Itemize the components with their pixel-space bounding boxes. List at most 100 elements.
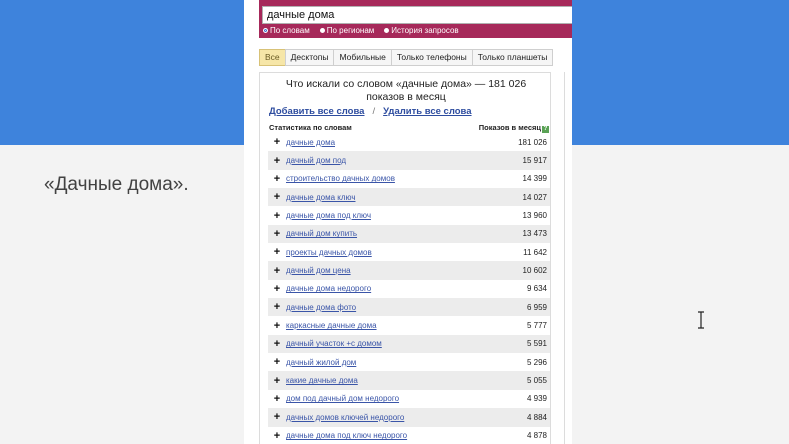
add-phrase-icon[interactable]: + — [268, 246, 286, 258]
phrase-link[interactable]: дом под дачный дом недорого — [286, 394, 487, 403]
add-phrase-icon[interactable]: + — [268, 191, 286, 203]
results-heading-line1: Что искали со словом «дачные дома» — 181… — [285, 78, 527, 90]
table-row: + дачные дома под ключ 13 960 — [268, 206, 550, 225]
shows-count: 14 027 — [522, 192, 547, 202]
search-mode-option[interactable]: По словам — [263, 26, 310, 35]
col-words-header: Статистика по словам — [269, 123, 352, 132]
table-row: + какие дачные дома 5 055 — [268, 371, 550, 390]
shows-count: 4 939 — [526, 394, 547, 404]
tab-4[interactable]: Только планшеты — [471, 49, 554, 66]
search-mode-option[interactable]: История запросов — [384, 26, 459, 35]
phrase-link[interactable]: каркасные дачные дома — [286, 321, 487, 330]
shows-count: 15 917 — [522, 156, 547, 166]
phrase-link[interactable]: дачный дом цена — [286, 266, 487, 275]
tab-2[interactable]: Мобильные — [333, 49, 392, 66]
phrase-link[interactable]: дачный дом под — [286, 156, 487, 165]
add-phrase-icon[interactable]: + — [268, 411, 286, 423]
phrase-link[interactable]: дачные дома — [286, 138, 487, 147]
results-heading: Что искали со словом «дачные дома» — 181… — [260, 78, 552, 104]
table-row: + строительство дачных домов 14 399 — [268, 169, 550, 189]
text-cursor-icon — [698, 311, 704, 329]
right-panel-edge — [564, 72, 572, 444]
table-row: + дачные дома 181 026 — [268, 133, 550, 152]
shows-count: 5 055 — [526, 376, 547, 386]
col-shows-label: Показов в месяц — [478, 123, 541, 132]
add-phrase-icon[interactable]: + — [268, 375, 286, 387]
add-phrase-icon[interactable]: + — [268, 320, 286, 332]
table-row: + дачный дом купить 13 473 — [268, 224, 550, 244]
phrase-link[interactable]: дачные дома фото — [286, 303, 487, 312]
phrase-link[interactable]: дачные дома под ключ недорого — [286, 431, 487, 440]
shows-count: 6 959 — [526, 302, 547, 312]
shows-count: 11 642 — [523, 247, 547, 257]
shows-count: 13 960 — [522, 211, 547, 221]
phrase-link[interactable]: дачный участок +с домом — [286, 339, 487, 348]
col-shows-header: Показов в месяц? — [479, 123, 549, 133]
results-heading-line2: показов в месяц — [366, 91, 446, 103]
table-row: + каркасные дачные дома 5 777 — [268, 316, 550, 335]
results-panel: Что искали со словом «дачные дома» — 181… — [259, 72, 551, 444]
column-headers: Статистика по словам Показов в месяц? — [269, 123, 549, 133]
add-phrase-icon[interactable]: + — [268, 155, 286, 167]
add-phrase-icon[interactable]: + — [268, 356, 286, 368]
radio-icon — [319, 28, 325, 33]
shows-count: 4 878 — [526, 431, 547, 441]
add-phrase-icon[interactable]: + — [268, 430, 286, 442]
add-phrase-icon[interactable]: + — [268, 173, 286, 185]
search-mode-label: История запросов — [391, 26, 459, 35]
add-phrase-icon[interactable]: + — [268, 210, 286, 222]
shows-count: 5 777 — [526, 321, 547, 331]
table-row: + дачный жилой дом 5 296 — [268, 353, 550, 372]
add-phrase-icon[interactable]: + — [268, 265, 286, 277]
table-row: + дачные дома ключ 14 027 — [268, 188, 550, 207]
table-row: + проекты дачных домов 11 642 — [268, 243, 550, 262]
table-row: + дом под дачный дом недорого 4 939 — [268, 389, 550, 409]
phrase-link[interactable]: строительство дачных домов — [286, 174, 487, 183]
shows-count: 5 296 — [526, 357, 547, 367]
tab-0[interactable]: Все — [259, 49, 286, 66]
table-row: + дачных домов ключей недорого 4 884 — [268, 408, 550, 427]
phrase-link[interactable]: дачные дома под ключ — [286, 211, 487, 220]
wordstat-screenshot: дачные дома По словам По регионам История … — [244, 0, 572, 444]
shows-count: 9 634 — [526, 284, 547, 294]
remove-all-words-link[interactable]: Удалить все слова — [383, 106, 471, 117]
search-mode-label: По словам — [270, 26, 310, 35]
table-row: + дачные дома под ключ недорого 4 878 — [268, 426, 550, 444]
table-row: + дачный дом под 15 917 — [268, 151, 550, 170]
phrase-link[interactable]: дачные дома ключ — [286, 193, 487, 202]
phrase-link[interactable]: дачные дома недорого — [286, 284, 487, 293]
radio-icon — [384, 28, 390, 33]
device-tabs: Все Десктопы Мобильные Только телефоны Тольк… — [259, 49, 554, 66]
table-row: + дачные дома недорого 9 634 — [268, 279, 550, 299]
slide-caption: «Дачные дома». — [44, 174, 189, 195]
search-input[interactable]: дачные дома — [262, 6, 572, 24]
tab-1[interactable]: Десктопы — [284, 49, 335, 66]
phrase-link[interactable]: какие дачные дома — [286, 376, 487, 385]
phrase-link[interactable]: дачный дом купить — [286, 229, 487, 238]
tab-3[interactable]: Только телефоны — [390, 49, 473, 66]
add-all-words-link[interactable]: Добавить все слова — [269, 106, 364, 117]
help-icon[interactable]: ? — [542, 126, 549, 133]
phrase-link[interactable]: проекты дачных домов — [286, 248, 487, 257]
table-row: + дачные дома фото 6 959 — [268, 298, 550, 317]
table-row: + дачный участок +с домом 5 591 — [268, 334, 550, 354]
phrase-link[interactable]: дачных домов ключей недорого — [286, 413, 487, 422]
search-mode-label: По регионам — [326, 26, 375, 35]
search-mode-options: По словам По регионам История запросов — [263, 26, 459, 35]
phrase-link[interactable]: дачный жилой дом — [286, 358, 487, 367]
add-phrase-icon[interactable]: + — [268, 136, 286, 148]
add-phrase-icon[interactable]: + — [268, 228, 286, 240]
results-list: + дачные дома 181 026 + дачный дом под 15 917… — [268, 133, 550, 444]
search-mode-option[interactable]: По регионам — [319, 26, 375, 35]
add-phrase-icon[interactable]: + — [268, 283, 286, 295]
shows-count: 14 399 — [522, 174, 547, 184]
shows-count: 10 602 — [522, 266, 547, 276]
table-row: + дачный дом цена 10 602 — [268, 261, 550, 280]
add-phrase-icon[interactable]: + — [268, 301, 286, 313]
add-phrase-icon[interactable]: + — [268, 393, 286, 405]
bulk-actions: Добавить все слова / Удалить все слова — [269, 106, 472, 117]
shows-count: 13 473 — [522, 229, 547, 239]
links-separator: / — [372, 106, 376, 117]
shows-count: 4 884 — [526, 412, 547, 422]
add-phrase-icon[interactable]: + — [268, 338, 286, 350]
